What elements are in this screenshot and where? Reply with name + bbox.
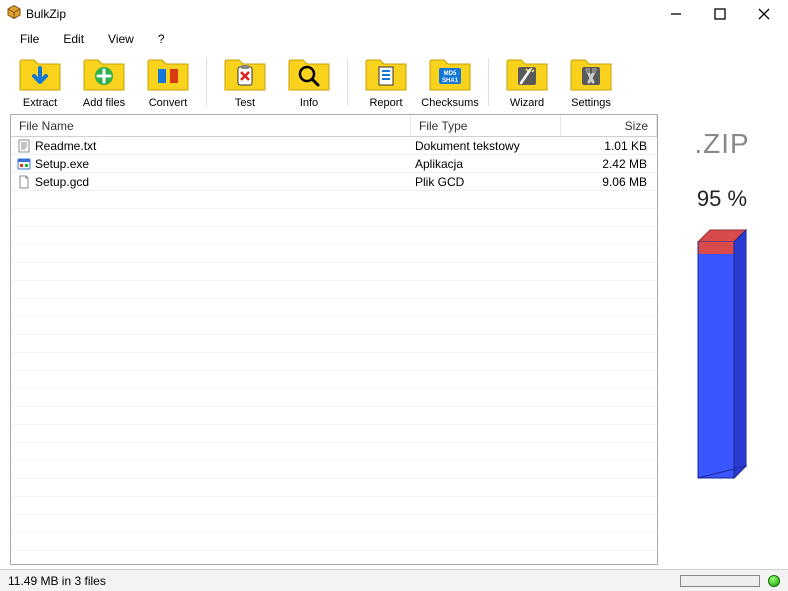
menu-help[interactable]: ? xyxy=(148,30,175,48)
column-header-name[interactable]: File Name xyxy=(11,115,411,136)
toolbar: Extract Add files Convert Test xyxy=(0,50,788,112)
window-title: BulkZip xyxy=(26,7,66,21)
maximize-button[interactable] xyxy=(698,0,742,28)
file-icon xyxy=(17,139,31,153)
file-icon xyxy=(17,175,31,189)
titlebar: BulkZip xyxy=(0,0,788,28)
file-list-header: File Name File Type Size xyxy=(11,115,657,137)
file-list-body: Readme.txt Dokument tekstowy1.01 KB Setup.… xyxy=(11,137,657,564)
toolbar-test-label: Test xyxy=(235,97,255,109)
file-size: 1.01 KB xyxy=(561,139,657,153)
menu-file[interactable]: File xyxy=(10,30,49,48)
status-led-icon xyxy=(768,575,780,587)
statusbar-progress xyxy=(680,575,760,587)
toolbar-wizard-button[interactable]: Wizard xyxy=(497,54,557,110)
file-name: Readme.txt xyxy=(35,139,96,153)
table-row[interactable]: Setup.exe Aplikacja2.42 MB xyxy=(11,155,657,173)
column-header-type[interactable]: File Type xyxy=(411,115,561,136)
toolbar-info-label: Info xyxy=(300,97,318,109)
file-type: Aplikacja xyxy=(411,157,561,171)
convert-icon xyxy=(146,56,190,94)
extract-icon xyxy=(18,56,62,94)
svg-text:SHA1: SHA1 xyxy=(442,78,459,84)
toolbar-test-button[interactable]: Test xyxy=(215,54,275,110)
archive-format-label: .ZIP xyxy=(694,128,749,160)
file-list[interactable]: File Name File Type Size Readme.txt Dokum… xyxy=(10,114,658,565)
side-panel: .ZIP 95 % xyxy=(662,114,782,565)
toolbar-convert-button[interactable]: Convert xyxy=(138,54,198,110)
toolbar-wizard-label: Wizard xyxy=(510,97,544,109)
toolbar-report-button[interactable]: Report xyxy=(356,54,416,110)
test-icon xyxy=(223,56,267,94)
report-icon xyxy=(364,56,408,94)
file-icon xyxy=(17,157,31,171)
file-type: Plik GCD xyxy=(411,175,561,189)
file-size: 2.42 MB xyxy=(561,157,657,171)
table-row[interactable]: Setup.gcd Plik GCD9.06 MB xyxy=(11,173,657,191)
file-name: Setup.gcd xyxy=(35,175,89,189)
file-type: Dokument tekstowy xyxy=(411,139,561,153)
file-size: 9.06 MB xyxy=(561,175,657,189)
file-name: Setup.exe xyxy=(35,157,89,171)
svg-text:MD5: MD5 xyxy=(444,71,457,77)
menubar: File Edit View ? xyxy=(0,28,788,50)
toolbar-settings-label: Settings xyxy=(571,97,611,109)
toolbar-checksums-label: Checksums xyxy=(421,97,478,109)
minimize-button[interactable] xyxy=(654,0,698,28)
toolbar-settings-button[interactable]: Settings xyxy=(561,54,621,110)
toolbar-extract-button[interactable]: Extract xyxy=(10,54,70,110)
toolbar-checksums-button[interactable]: MD5SHA1 Checksums xyxy=(420,54,480,110)
info-icon xyxy=(287,56,331,94)
add-icon xyxy=(82,56,126,94)
toolbar-addfiles-button[interactable]: Add files xyxy=(74,54,134,110)
compression-percent: 95 % xyxy=(697,186,747,212)
toolbar-extract-label: Extract xyxy=(23,97,57,109)
toolbar-info-button[interactable]: Info xyxy=(279,54,339,110)
column-header-size[interactable]: Size xyxy=(561,115,657,136)
wizard-icon xyxy=(505,56,549,94)
statusbar-summary: 11.49 MB in 3 files xyxy=(8,574,106,588)
close-button[interactable] xyxy=(742,0,786,28)
table-row[interactable]: Readme.txt Dokument tekstowy1.01 KB xyxy=(11,137,657,155)
settings-icon xyxy=(569,56,613,94)
menu-edit[interactable]: Edit xyxy=(53,30,94,48)
compression-bar xyxy=(692,226,752,486)
app-icon xyxy=(6,4,22,25)
checksums-icon: MD5SHA1 xyxy=(428,56,472,94)
toolbar-convert-label: Convert xyxy=(149,97,188,109)
menu-view[interactable]: View xyxy=(98,30,144,48)
statusbar: 11.49 MB in 3 files xyxy=(0,569,788,591)
toolbar-addfiles-label: Add files xyxy=(83,97,125,109)
app-window: BulkZip File Edit View ? Extract xyxy=(0,0,788,591)
toolbar-report-label: Report xyxy=(369,97,402,109)
